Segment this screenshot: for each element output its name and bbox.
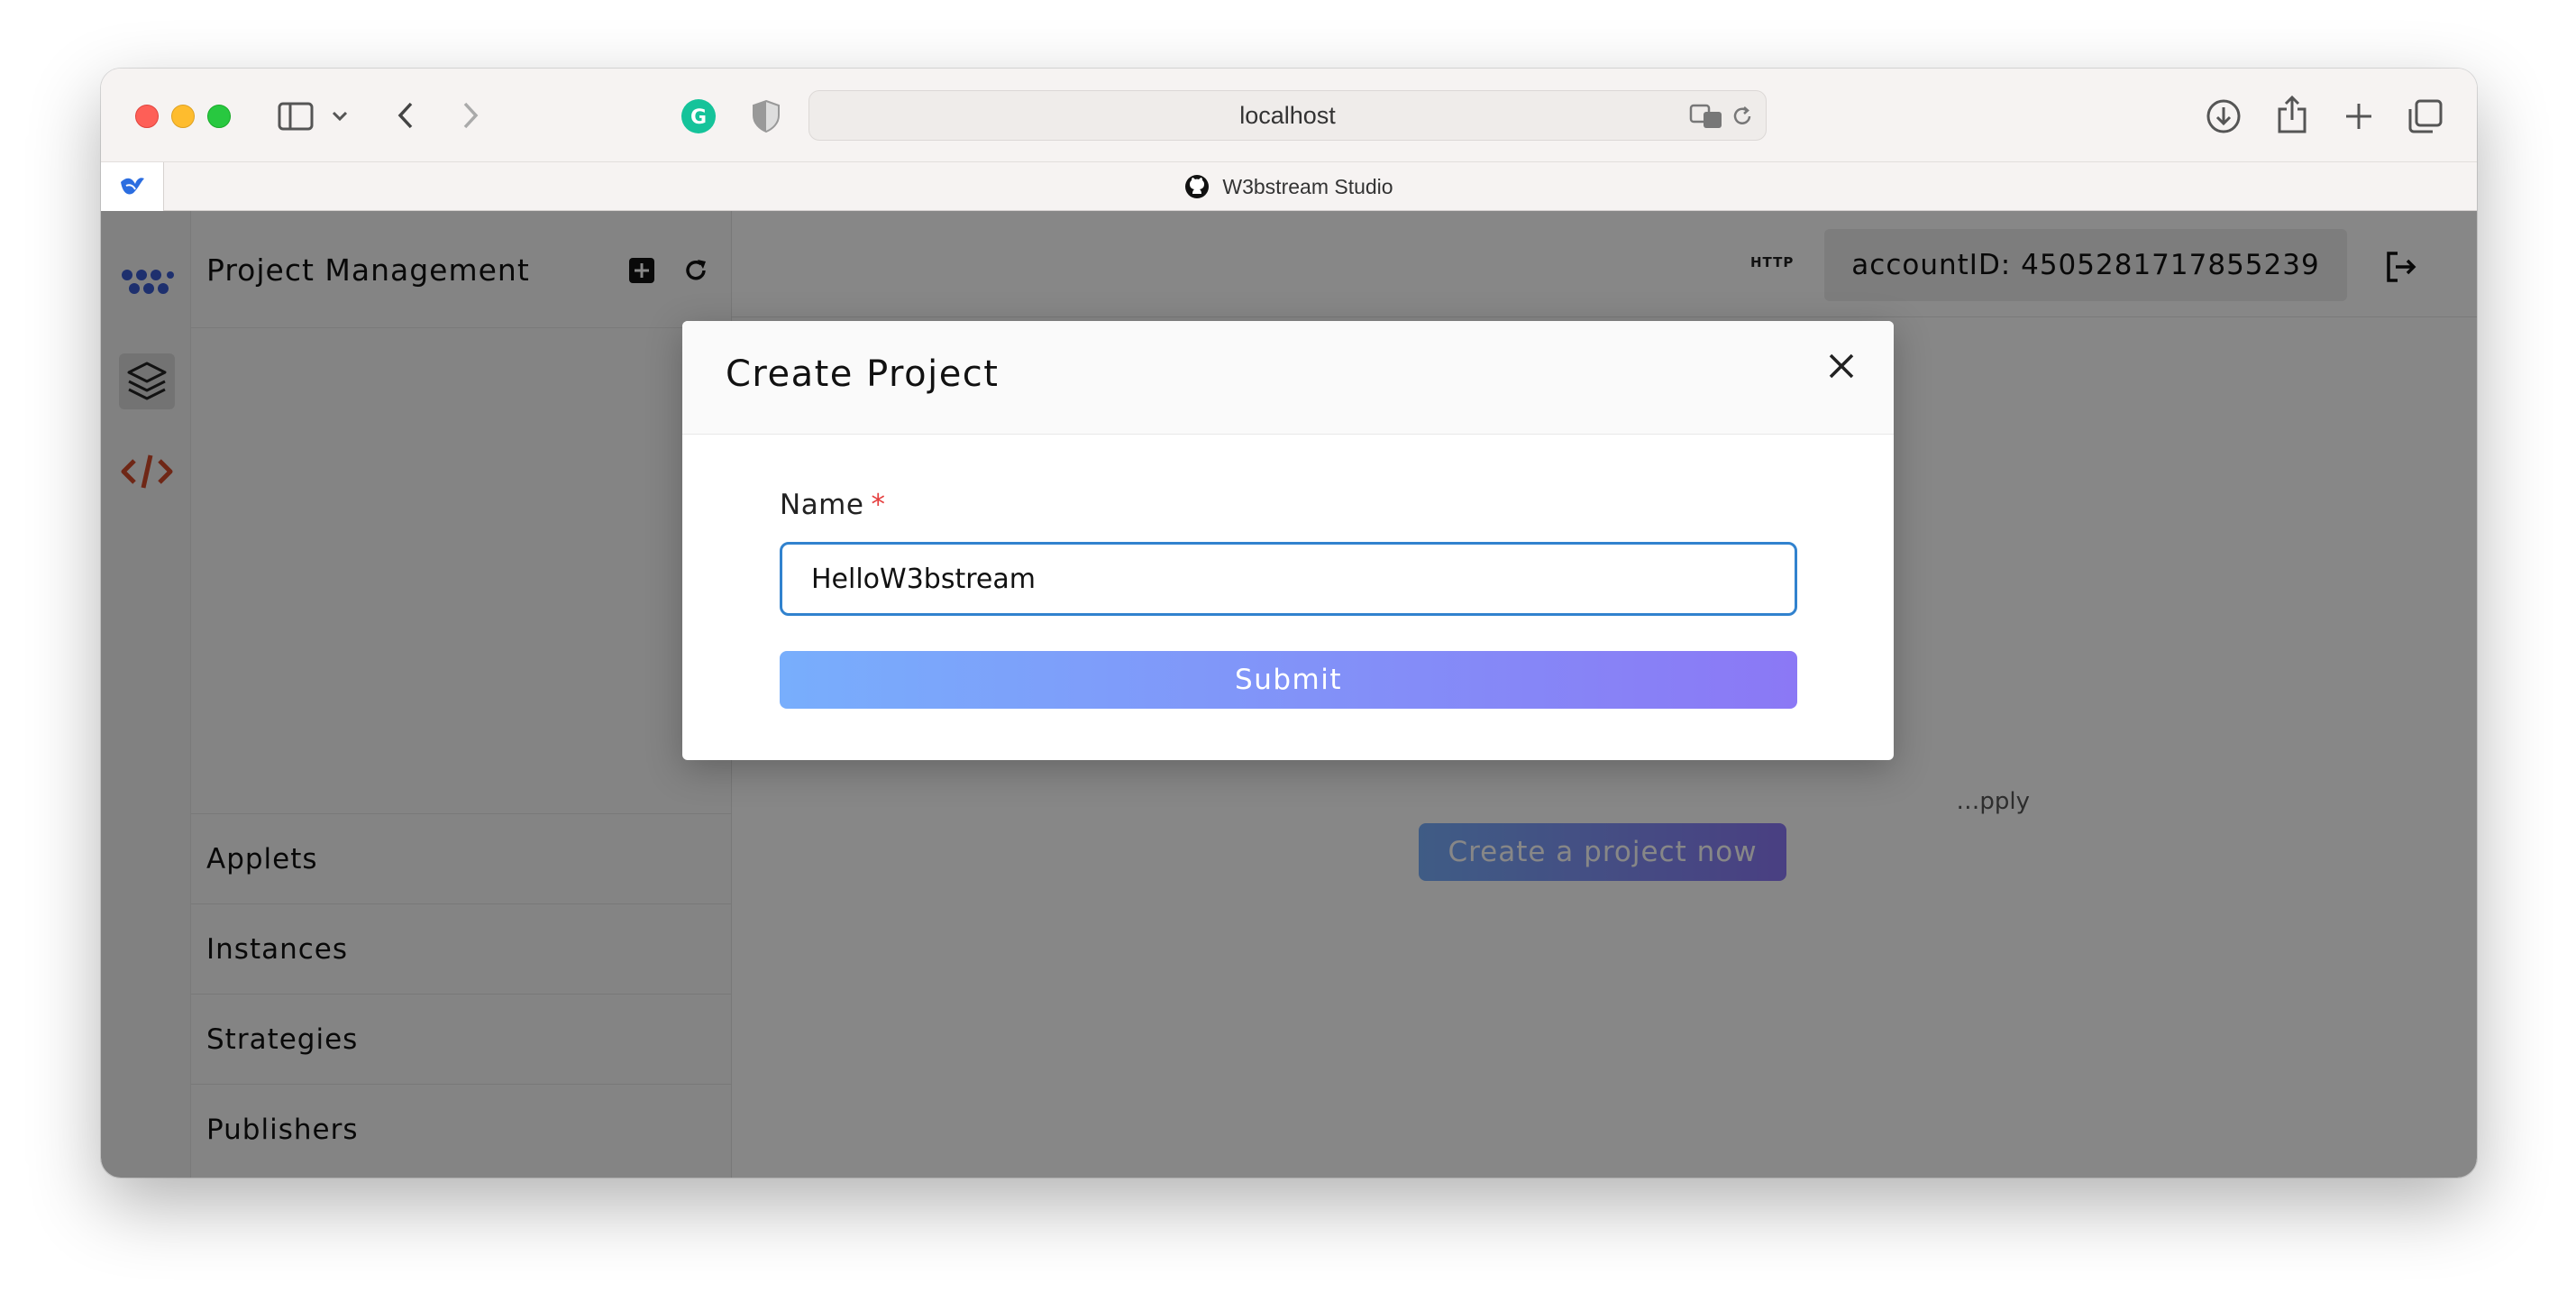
zoom-window-button[interactable] (207, 105, 231, 128)
create-project-modal: Create Project Name* Submit (682, 321, 1894, 760)
close-icon (1829, 353, 1854, 379)
tab-title-text: W3bstream Studio (1222, 174, 1393, 198)
sidebar-toggle-icon[interactable] (276, 99, 315, 133)
name-field-label: Name * (780, 489, 885, 521)
project-name-input[interactable] (780, 542, 1797, 616)
browser-window: G localhost W3bstream Studio Project Man… (101, 69, 2477, 1178)
required-marker: * (871, 489, 886, 521)
close-window-button[interactable] (135, 105, 159, 128)
tab-bar: W3bstream Studio (101, 162, 2477, 211)
github-icon (1185, 175, 1210, 198)
download-icon[interactable] (2203, 96, 2244, 137)
modal-header: Create Project (682, 321, 1894, 435)
shield-icon[interactable] (748, 97, 784, 135)
grammarly-icon[interactable]: G (680, 97, 717, 135)
name-label-text: Name (780, 489, 864, 521)
address-bar[interactable]: localhost (808, 90, 1767, 141)
chevron-down-icon[interactable] (328, 105, 352, 128)
modal-title: Create Project (726, 353, 1000, 395)
svg-text:G: G (690, 106, 707, 129)
reload-icon[interactable] (1728, 102, 1757, 131)
url-text: localhost (1239, 101, 1336, 129)
tab-overview-icon[interactable] (2405, 96, 2446, 137)
new-tab-icon[interactable] (2338, 96, 2380, 137)
submit-button[interactable]: Submit (780, 651, 1797, 709)
modal-close-button[interactable] (1823, 348, 1859, 384)
share-icon[interactable] (2271, 92, 2313, 137)
minimize-window-button[interactable] (171, 105, 195, 128)
forward-icon[interactable] (452, 97, 489, 133)
back-icon[interactable] (388, 97, 424, 133)
translate-icon[interactable] (1688, 102, 1724, 131)
active-tab[interactable]: W3bstream Studio (101, 162, 2477, 211)
browser-titlebar: G localhost (101, 69, 2477, 162)
